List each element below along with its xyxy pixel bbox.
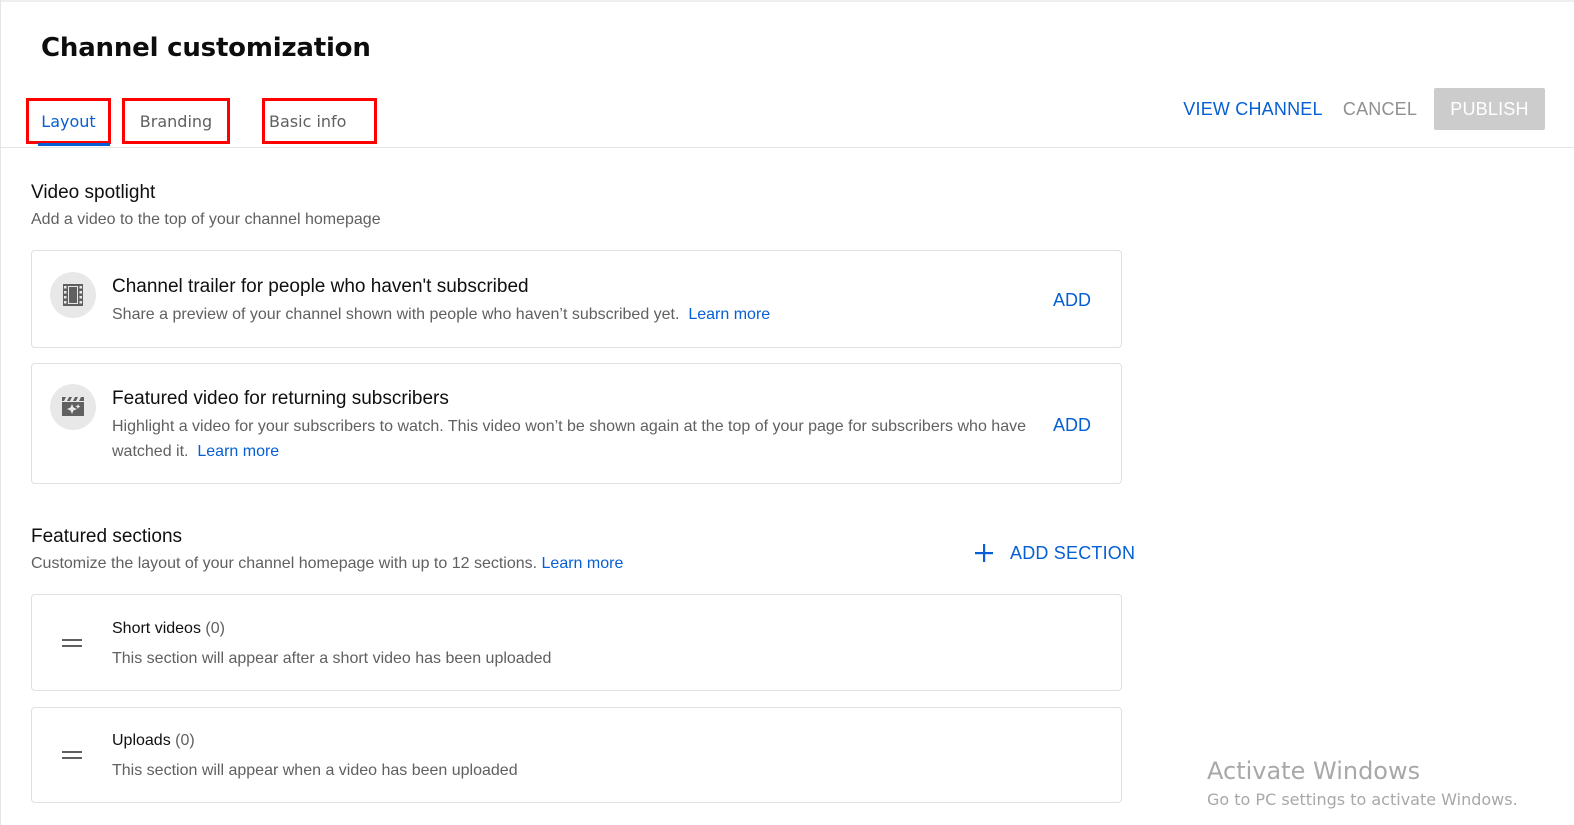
uploads-name: Uploads — [112, 732, 171, 749]
featured-sections-title: Featured sections — [31, 526, 183, 547]
page-title: Channel customization — [41, 33, 371, 63]
featured-video-add-button[interactable]: ADD — [1053, 415, 1091, 436]
featured-video-card: Featured video for returning subscribers… — [31, 363, 1122, 484]
activate-windows-watermark-subtitle: Go to PC settings to activate Windows. — [1207, 790, 1518, 809]
uploads-description: This section will appear when a video ha… — [112, 762, 518, 779]
video-spotlight-subtitle: Add a video to the top of your channel h… — [31, 211, 381, 228]
channel-customization-page: Channel customization Layout Branding Ba… — [0, 0, 1574, 825]
top-border — [0, 0, 1574, 2]
channel-trailer-title: Channel trailer for people who haven't s… — [112, 276, 529, 297]
tab-basic-info-label: Basic info — [269, 111, 347, 131]
clapperboard-sparkle-icon — [50, 384, 96, 430]
add-section-button[interactable]: ADD SECTION — [972, 540, 1135, 566]
film-icon — [50, 272, 96, 318]
featured-video-title: Featured video for returning subscribers — [112, 388, 449, 409]
channel-trailer-learn-more-link[interactable]: Learn more — [688, 306, 770, 323]
header-divider — [0, 147, 1574, 148]
tab-branding[interactable]: Branding — [122, 98, 230, 144]
short-videos-name: Short videos — [112, 620, 201, 637]
short-videos-count: (0) — [205, 620, 225, 637]
drag-handle-icon[interactable] — [62, 639, 82, 647]
channel-trailer-card: Channel trailer for people who haven't s… — [31, 250, 1122, 348]
add-section-label: ADD SECTION — [1010, 542, 1136, 563]
featured-video-description: Highlight a video for your subscribers t… — [112, 414, 1052, 464]
activate-windows-watermark-title: Activate Windows — [1207, 757, 1421, 785]
channel-trailer-add-button[interactable]: ADD — [1053, 290, 1091, 311]
featured-sections-subtitle-text: Customize the layout of your channel hom… — [31, 555, 538, 572]
drag-handle-icon[interactable] — [62, 751, 82, 759]
left-border — [0, 0, 1, 825]
featured-video-learn-more-link[interactable]: Learn more — [197, 443, 279, 460]
featured-sections-learn-more-link[interactable]: Learn more — [542, 555, 624, 572]
short-videos-description: This section will appear after a short v… — [112, 650, 552, 667]
uploads-count: (0) — [175, 732, 195, 749]
tab-layout-label: Layout — [41, 111, 96, 131]
cancel-button[interactable]: CANCEL — [1335, 88, 1425, 130]
video-spotlight-title: Video spotlight — [31, 182, 156, 203]
publish-button[interactable]: PUBLISH — [1434, 88, 1545, 130]
section-row-short-videos[interactable]: Short videos (0) This section will appea… — [31, 594, 1122, 691]
featured-sections-subtitle: Customize the layout of your channel hom… — [31, 555, 623, 573]
tab-layout[interactable]: Layout — [26, 98, 111, 144]
short-videos-title: Short videos (0) — [112, 620, 225, 638]
channel-trailer-description: Share a preview of your channel shown wi… — [112, 302, 770, 327]
active-tab-indicator — [38, 143, 110, 146]
tab-branding-label: Branding — [139, 111, 213, 131]
channel-trailer-description-text: Share a preview of your channel shown wi… — [112, 306, 680, 323]
uploads-title: Uploads (0) — [112, 732, 195, 750]
section-row-uploads[interactable]: Uploads (0) This section will appear whe… — [31, 707, 1122, 803]
tab-basic-info[interactable]: Basic info — [262, 98, 377, 144]
plus-icon — [975, 544, 993, 562]
view-channel-button[interactable]: VIEW CHANNEL — [1178, 88, 1328, 130]
